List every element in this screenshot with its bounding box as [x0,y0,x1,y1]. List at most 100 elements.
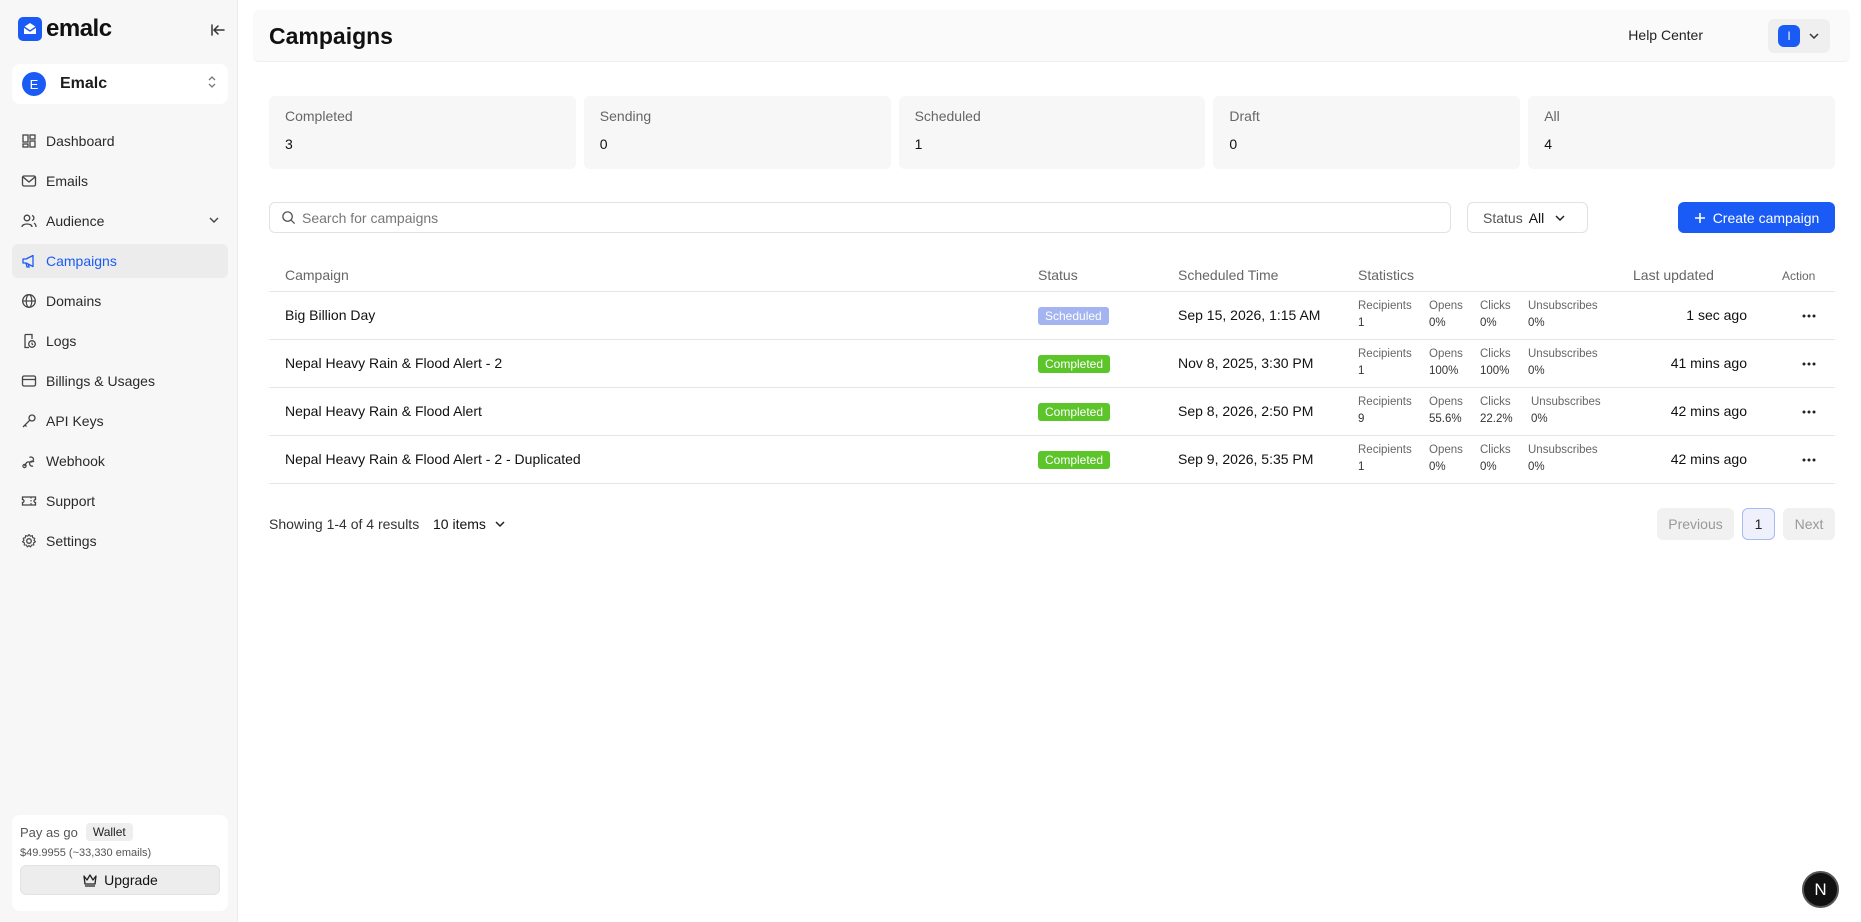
column-action: Action [1782,269,1816,283]
sidebar-item-billings[interactable]: Billings & Usages [12,364,228,398]
sidebar-item-label: Webhook [46,453,105,469]
ticket-icon [20,492,38,510]
campaign-name[interactable]: Nepal Heavy Rain & Flood Alert [285,403,482,419]
items-per-page-value: 10 items [433,516,486,532]
sidebar-item-campaigns[interactable]: Campaigns [12,244,228,278]
wallet-badge[interactable]: Wallet [85,823,133,841]
page-number-button[interactable]: 1 [1742,508,1775,540]
campaign-name[interactable]: Nepal Heavy Rain & Flood Alert - 2 [285,355,502,371]
sidebar-item-label: API Keys [46,413,104,429]
sidebar-item-settings[interactable]: Settings [12,524,228,558]
campaign-name[interactable]: Big Billion Day [285,307,375,323]
sidebar-item-api-keys[interactable]: API Keys [12,404,228,438]
sidebar-item-label: Dashboard [46,133,115,149]
megaphone-icon [20,252,38,270]
stat-clicks: Clicks 100% [1480,348,1511,377]
more-actions-icon[interactable] [1799,354,1819,374]
previous-page-button[interactable]: Previous [1657,508,1734,540]
items-per-page-dropdown[interactable]: 10 items [433,516,506,532]
table-row[interactable]: Nepal Heavy Rain & Flood Alert Completed… [269,388,1835,436]
stat-recipients: Recipients 1 [1358,348,1412,377]
sidebar-item-label: Logs [46,333,77,349]
upgrade-label: Upgrade [104,872,158,888]
main-content: Campaigns Help Center I Completed 3 Send… [238,0,1861,922]
crown-icon [82,873,98,887]
campaign-name[interactable]: Nepal Heavy Rain & Flood Alert - 2 - Dup… [285,451,581,467]
sidebar-item-dashboard[interactable]: Dashboard [12,124,228,158]
sidebar-item-support[interactable]: Support [12,484,228,518]
stat-card-completed[interactable]: Completed 3 [269,96,576,169]
brand-name: emalc [46,15,112,42]
stat-label: Sending [599,108,652,124]
stat-recipients: Recipients 1 [1358,444,1412,473]
sidebar-item-emails[interactable]: Emails [12,164,228,198]
collapse-sidebar-icon[interactable] [208,20,228,40]
status-badge: Completed [1038,403,1111,421]
sidebar-item-webhook[interactable]: Webhook [12,444,228,478]
scheduled-time: Sep 9, 2026, 5:35 PM [1178,451,1314,467]
status-filter-value: All [1528,209,1545,226]
table-header: Campaign Status Scheduled Time Statistic… [269,262,1835,292]
table-row[interactable]: Big Billion Day Scheduled Sep 15, 2026, … [269,292,1835,340]
search-input[interactable]: Search for campaigns [269,202,1451,233]
scheduled-time: Nov 8, 2025, 3:30 PM [1178,355,1314,371]
table-row[interactable]: Nepal Heavy Rain & Flood Alert - 2 Compl… [269,340,1835,388]
stat-value: 0 [1229,136,1238,152]
status-filter-dropdown[interactable]: Status All [1467,202,1588,233]
upgrade-button[interactable]: Upgrade [20,865,220,895]
avatar: I [1778,25,1800,47]
workspace-switcher[interactable]: E Emalc [12,64,228,104]
users-icon [20,212,38,230]
pagination: Showing 1-4 of 4 results 10 items Previo… [269,508,1835,540]
status-badge: Completed [1038,451,1111,469]
mail-logo-icon [18,17,42,41]
stat-card-sending[interactable]: Sending 0 [583,96,891,169]
sidebar-item-label: Settings [46,533,97,549]
stat-unsubscribes: Unsubscribes 0% [1528,348,1598,377]
last-updated: 41 mins ago [1670,355,1747,371]
more-actions-icon[interactable] [1799,306,1819,326]
sidebar-item-domains[interactable]: Domains [12,284,228,318]
stat-recipients: Recipients 9 [1358,396,1412,425]
stat-unsubscribes: Unsubscribes 0% [1531,396,1601,425]
stat-card-scheduled[interactable]: Scheduled 1 [898,96,1206,169]
column-last-updated[interactable]: Last updated [1633,267,1714,283]
more-actions-icon[interactable] [1799,450,1819,470]
search-placeholder: Search for campaigns [302,209,439,226]
stat-opens: Opens 100% [1429,348,1463,377]
stat-opens: Opens 0% [1429,444,1463,473]
stat-card-draft[interactable]: Draft 0 [1213,96,1521,169]
key-icon [20,412,38,430]
brand-logo[interactable]: emalc [18,14,228,44]
search-icon [281,210,296,225]
stat-opens: Opens 0% [1429,300,1463,329]
help-center-link[interactable]: Help Center [1628,27,1703,43]
stat-card-all[interactable]: All 4 [1528,96,1835,169]
chevron-down-icon [1554,212,1566,224]
sidebar-item-logs[interactable]: Logs [12,324,228,358]
column-status[interactable]: Status [1038,267,1078,283]
logs-icon [20,332,38,350]
next-page-button[interactable]: Next [1783,508,1835,540]
table-row[interactable]: Nepal Heavy Rain & Flood Alert - 2 - Dup… [269,436,1835,484]
stat-label: Draft [1229,108,1260,124]
dev-tools-badge[interactable]: N [1802,871,1839,908]
stat-value: 1 [914,136,923,152]
stat-recipients: Recipients 1 [1358,300,1412,329]
create-campaign-button[interactable]: Create campaign [1678,202,1835,233]
status-filter-label: Status [1483,209,1523,226]
user-menu[interactable]: I [1768,19,1830,53]
column-scheduled-time[interactable]: Scheduled Time [1178,267,1278,283]
chevron-down-icon [208,213,220,229]
page-title: Campaigns [269,23,393,49]
dashboard-icon [20,132,38,150]
sidebar-item-label: Domains [46,293,102,309]
column-campaign[interactable]: Campaign [285,267,349,283]
create-campaign-label: Create campaign [1712,209,1820,226]
globe-icon [20,292,38,310]
sidebar-item-audience[interactable]: Audience [12,204,228,238]
stat-label: All [1544,108,1560,124]
stat-opens: Opens 55.6% [1429,396,1463,425]
scheduled-time: Sep 15, 2026, 1:15 AM [1178,307,1321,323]
more-actions-icon[interactable] [1799,402,1819,422]
